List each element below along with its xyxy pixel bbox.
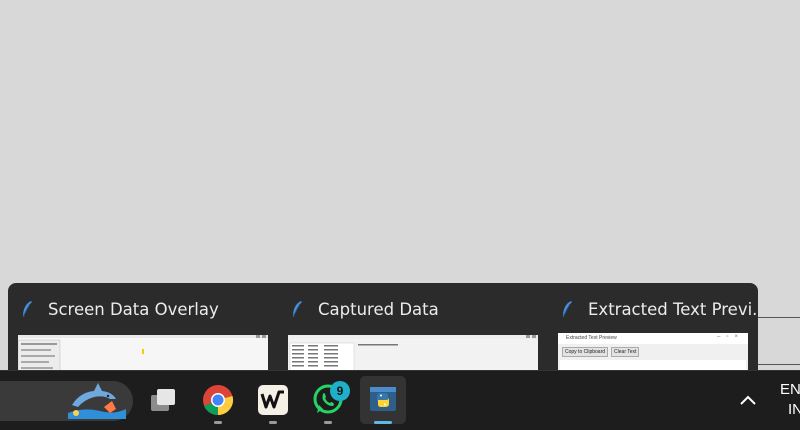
- taskbar-preview-popup: Screen Data Overlay Captured Data Extrac…: [8, 283, 758, 375]
- chevron-up-icon[interactable]: [736, 389, 760, 413]
- feather-icon: [292, 301, 302, 318]
- language-indicator[interactable]: EN IN: [780, 380, 800, 420]
- running-indicator: [269, 421, 277, 424]
- active-indicator: [374, 421, 392, 424]
- running-indicator: [214, 421, 222, 424]
- chrome-button[interactable]: [195, 376, 241, 424]
- task-view-icon: [151, 389, 175, 411]
- thumb-clear-button: Clear Text: [611, 347, 640, 357]
- preview-thumbnail: [288, 335, 538, 375]
- preview-title: Captured Data: [318, 299, 439, 319]
- weather-widget[interactable]: [0, 381, 133, 421]
- preview-title: Extracted Text Previ...: [588, 299, 758, 319]
- chrome-icon: [203, 385, 234, 416]
- python-button[interactable]: [360, 376, 406, 424]
- thumb-window-title: Extracted Text Preview: [566, 335, 617, 341]
- python-icon: [370, 387, 396, 411]
- preview-thumbnail: [18, 335, 268, 375]
- whatsapp-button[interactable]: 9: [305, 376, 351, 424]
- thumb-copy-button: Copy to Clipboard: [562, 347, 609, 357]
- feather-icon: [562, 301, 572, 318]
- preview-thumbnail: Extracted Text Preview –▫× Copy to Clipb…: [558, 333, 748, 375]
- region-code: IN: [788, 401, 800, 418]
- dolphin-icon: [68, 383, 126, 419]
- preview-screen-data-overlay[interactable]: Screen Data Overlay: [8, 283, 268, 375]
- running-indicator: [324, 421, 332, 424]
- preview-title: Screen Data Overlay: [48, 299, 219, 319]
- writer-app-button[interactable]: [250, 376, 296, 424]
- taskbar: 9: [0, 370, 800, 430]
- task-view-button[interactable]: [140, 376, 186, 424]
- w-app-icon: [258, 385, 288, 415]
- feather-icon: [22, 301, 32, 318]
- notification-badge: 9: [330, 381, 350, 401]
- preview-captured-data[interactable]: Captured Data: [278, 283, 538, 375]
- preview-extracted-text[interactable]: Extracted Text Previ... Extracted Text P…: [548, 283, 758, 375]
- language-code: EN: [780, 381, 800, 398]
